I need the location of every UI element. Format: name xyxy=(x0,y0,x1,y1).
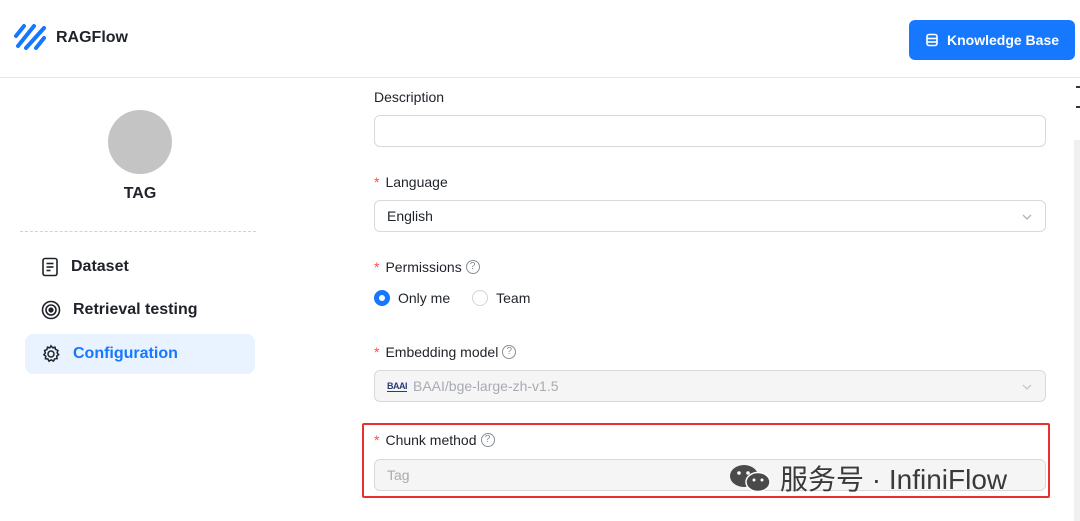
sidebar-item-label: Dataset xyxy=(71,258,129,275)
description-label: Description xyxy=(374,89,445,105)
sidebar: TAG Dataset Retrieval testing Configurat… xyxy=(0,78,280,521)
edge-mark xyxy=(1076,86,1080,88)
sidebar-item-retrieval-testing[interactable]: Retrieval testing xyxy=(25,290,255,330)
description-input[interactable] xyxy=(374,115,1046,147)
knowledge-base-name: TAG xyxy=(123,185,157,202)
knowledge-base-button-label: Knowledge Base xyxy=(946,32,1060,48)
language-label: * Language xyxy=(374,174,448,190)
knowledge-base-button[interactable]: Knowledge Base xyxy=(909,20,1075,60)
language-select[interactable]: English xyxy=(374,200,1046,232)
scrollbar[interactable] xyxy=(1074,140,1080,521)
radio-team[interactable] xyxy=(472,290,489,306)
embedding-model-label: * Embedding model ? xyxy=(374,344,517,360)
sidebar-item-label: Retrieval testing xyxy=(73,301,198,318)
watermark-text: 服务号 · InfiniFlow xyxy=(780,464,1008,495)
sidebar-item-dataset[interactable]: Dataset xyxy=(25,247,255,287)
gear-icon xyxy=(42,344,60,363)
ragflow-logo-icon xyxy=(14,24,46,50)
avatar[interactable] xyxy=(108,110,172,174)
edge-mark xyxy=(1076,106,1080,108)
brand-name: RAGFlow xyxy=(56,29,128,46)
wechat-icon xyxy=(730,465,771,493)
watermark: 服务号 · InfiniFlow xyxy=(728,458,1007,498)
baai-logo-icon: BAAI xyxy=(387,380,408,392)
sidebar-item-configuration[interactable]: Configuration xyxy=(25,334,255,374)
help-icon[interactable]: ? xyxy=(502,345,517,359)
permissions-radio-group: Only me Team xyxy=(374,290,544,306)
document-icon xyxy=(42,257,58,277)
embedding-model-select[interactable]: BAAI BAAI/bge-large-zh-v1.5 xyxy=(374,370,1046,402)
sidebar-item-label: Configuration xyxy=(73,345,178,362)
target-icon xyxy=(41,300,61,320)
help-icon[interactable]: ? xyxy=(465,260,480,274)
sidebar-divider xyxy=(20,231,256,232)
chevron-down-icon xyxy=(1022,214,1032,220)
radio-only-me[interactable] xyxy=(374,290,390,306)
language-value: English xyxy=(387,208,433,224)
database-icon xyxy=(926,33,938,47)
radio-label-team[interactable]: Team xyxy=(496,290,530,306)
top-header: RAGFlow Knowledge Base xyxy=(0,0,1080,78)
chevron-down-icon xyxy=(1022,384,1032,390)
radio-label-only-me[interactable]: Only me xyxy=(398,290,450,306)
embedding-model-value: BAAI/bge-large-zh-v1.5 xyxy=(413,378,559,394)
permissions-label: * Permissions ? xyxy=(374,259,480,275)
